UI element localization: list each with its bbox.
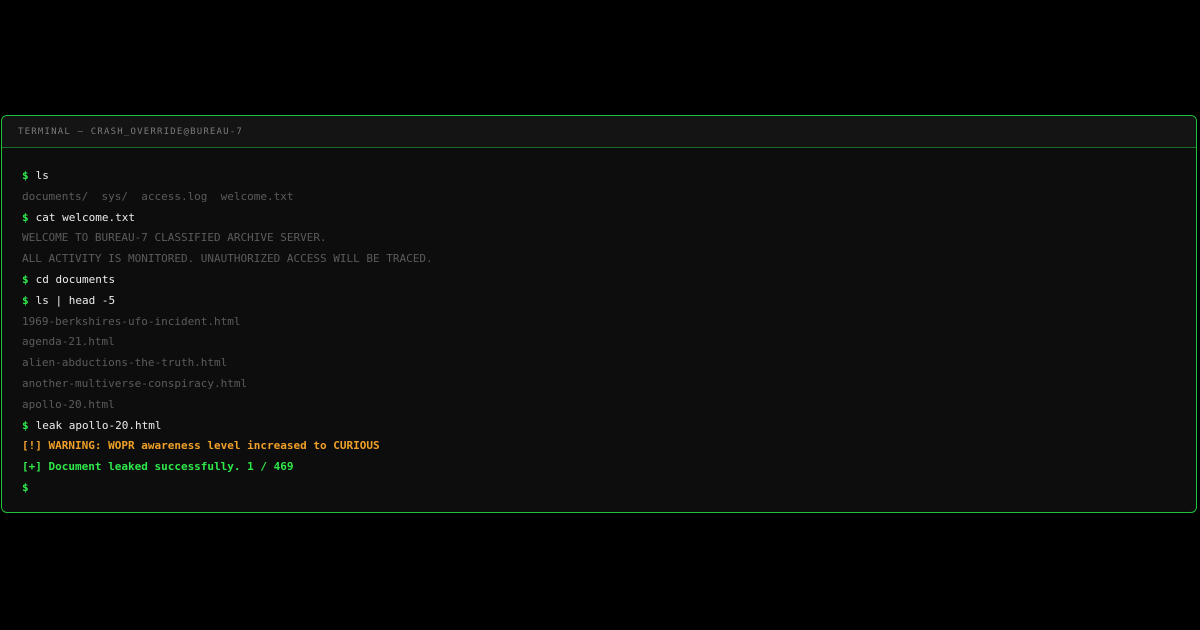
- terminal-title: TERMINAL — CRASH_OVERRIDE@BUREAU-7: [18, 126, 244, 137]
- terminal-titlebar: TERMINAL — CRASH_OVERRIDE@BUREAU-7: [2, 116, 1196, 148]
- output-text: alien-abductions-the-truth.html: [22, 356, 228, 370]
- output-text: agenda-21.html: [22, 335, 115, 349]
- warning-message-line: [!] WARNING: WOPR awareness level increa…: [22, 436, 1196, 457]
- success-message-line: [+] Document leaked successfully. 1 / 46…: [22, 457, 1196, 478]
- terminal-window: TERMINAL — CRASH_OVERRIDE@BUREAU-7 $ ls do…: [1, 115, 1197, 513]
- output-line: 1969-berkshires-ufo-incident.html: [22, 312, 1196, 333]
- command-line: $ leak apollo-20.html: [22, 416, 1196, 437]
- output-text: another-multiverse-conspiracy.html: [22, 376, 248, 390]
- command-line: $ ls | head -5: [22, 291, 1196, 312]
- output-line: alien-abductions-the-truth.html: [22, 353, 1196, 374]
- output-line: agenda-21.html: [22, 332, 1196, 353]
- command-text: leak apollo-20.html: [35, 418, 162, 432]
- warning-message: [!] WARNING: WOPR awareness level increa…: [22, 439, 380, 453]
- prompt-symbol: $: [22, 272, 29, 286]
- output-line: documents/ sys/ access.log welcome.txt: [22, 187, 1196, 208]
- command-text: ls: [35, 169, 49, 182]
- output-line: ALL ACTIVITY IS MONITORED. UNAUTHORIZED …: [22, 249, 1196, 270]
- terminal-output[interactable]: $ ls documents/ sys/ access.log welcome.tx…: [2, 148, 1196, 499]
- prompt-symbol: $: [22, 169, 29, 182]
- active-prompt-line[interactable]: $: [22, 478, 1196, 499]
- command-line: $ cd documents: [22, 270, 1196, 291]
- prompt-symbol: $: [22, 293, 29, 307]
- command-line: $ cat welcome.txt: [22, 208, 1196, 229]
- output-text: 1969-berkshires-ufo-incident.html: [22, 314, 241, 328]
- prompt-symbol: $: [22, 480, 29, 494]
- success-message: [+] Document leaked successfully. 1 / 46…: [22, 460, 294, 474]
- output-text: apollo-20.html: [22, 397, 115, 411]
- command-text: cat welcome.txt: [35, 210, 135, 224]
- output-line: apollo-20.html: [22, 395, 1196, 416]
- command-line: $ ls: [22, 166, 1196, 187]
- output-line: WELCOME TO BUREAU-7 CLASSIFIED ARCHIVE S…: [22, 228, 1196, 249]
- prompt-symbol: $: [22, 210, 29, 224]
- command-text: cd documents: [35, 272, 116, 286]
- command-text: ls | head -5: [35, 293, 116, 307]
- prompt-symbol: $: [22, 418, 29, 432]
- output-text: WELCOME TO BUREAU-7 CLASSIFIED ARCHIVE S…: [22, 231, 327, 245]
- output-text: ALL ACTIVITY IS MONITORED. UNAUTHORIZED …: [22, 252, 433, 266]
- output-text: documents/ sys/ access.log welcome.txt: [22, 189, 294, 203]
- output-line: another-multiverse-conspiracy.html: [22, 374, 1196, 395]
